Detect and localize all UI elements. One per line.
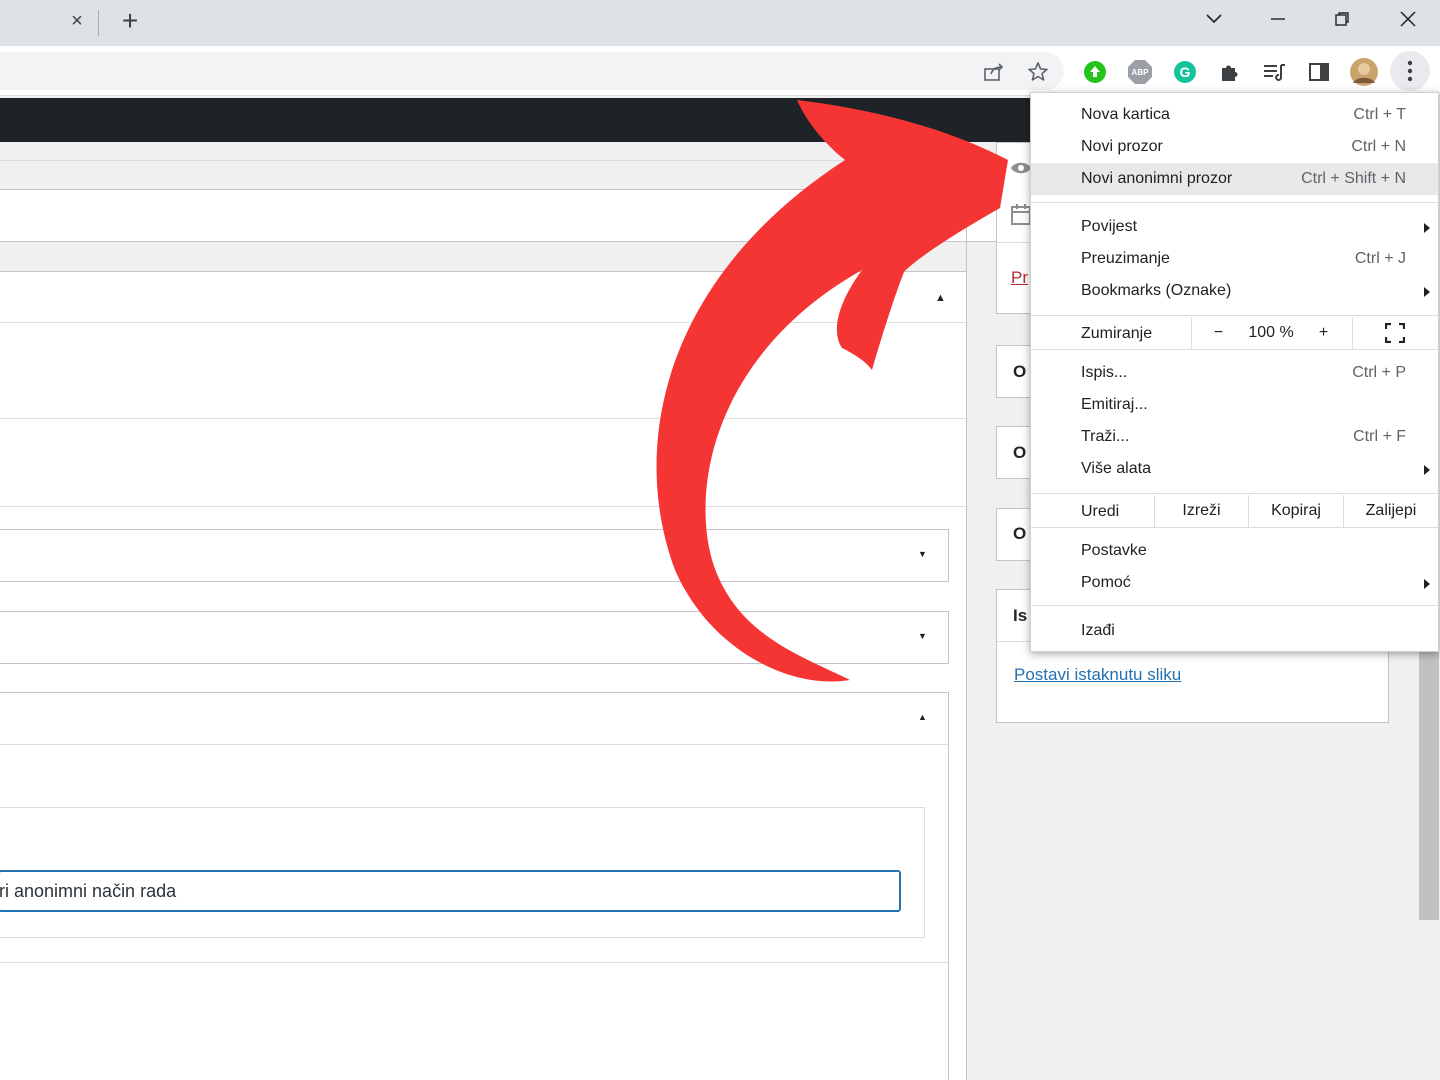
red-curved-arrow-annotation bbox=[656, 100, 1008, 682]
